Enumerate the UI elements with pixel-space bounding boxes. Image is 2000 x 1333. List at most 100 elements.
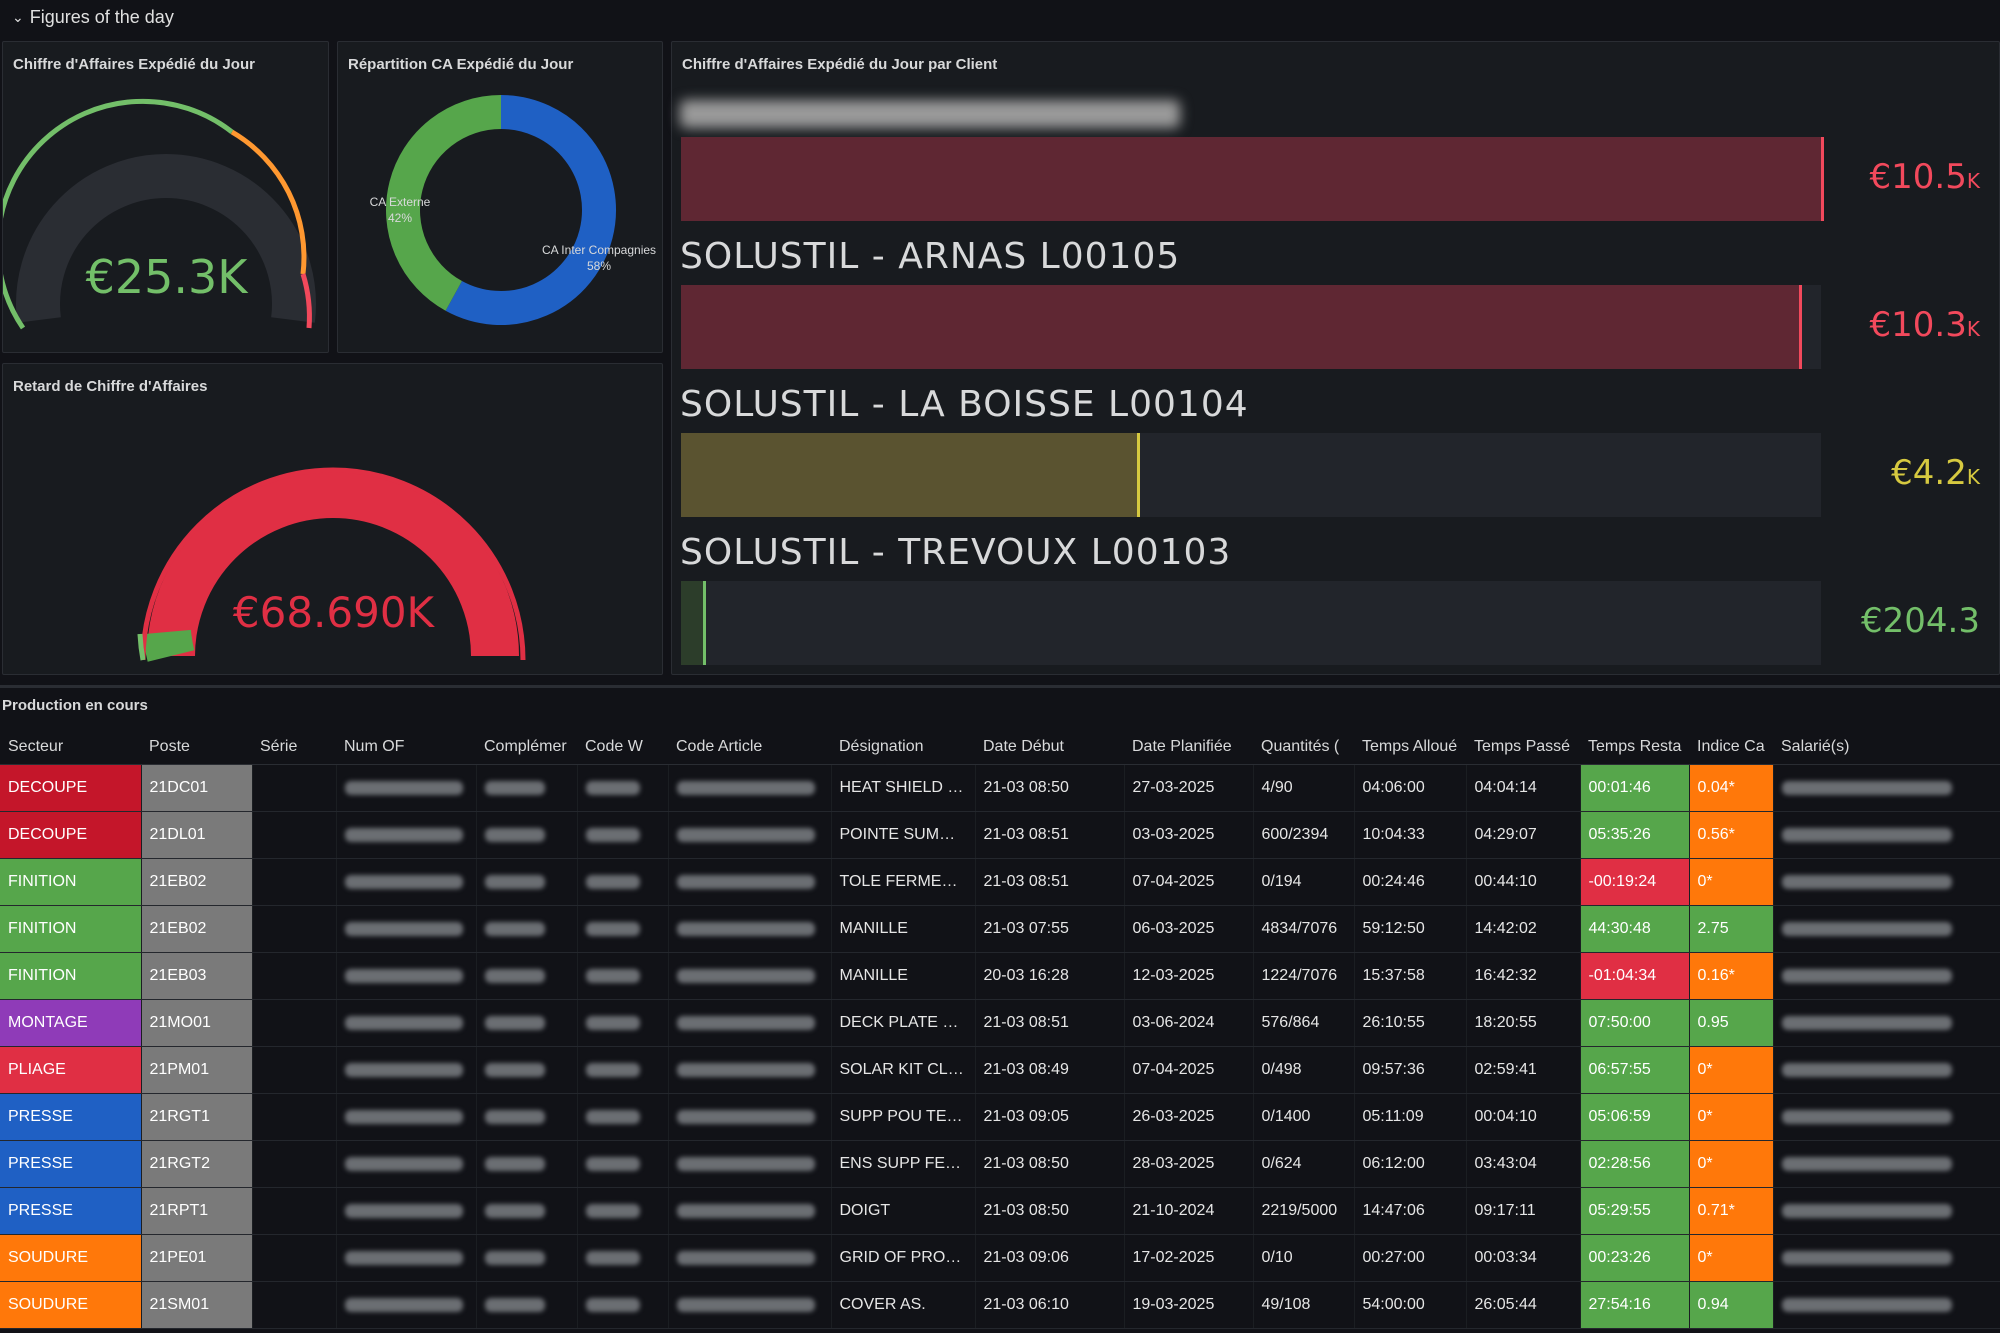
table-row[interactable]: MONTAGE 21MO01 DECK PLATE CE... 21-03 08:51… bbox=[0, 999, 2000, 1047]
table-row[interactable]: PRESSE 21RPT1 DOIGT 21-03 08:50 21-10-2024 22… bbox=[0, 1187, 2000, 1235]
table-row[interactable]: SOUDURE 21PE01 GRID OF PROTE... 21-03 09:06… bbox=[0, 1234, 2000, 1282]
chevron-down-icon[interactable]: ⌄ bbox=[12, 9, 24, 26]
column-header[interactable]: Temps Resta bbox=[1580, 730, 1689, 765]
cell-salaries bbox=[1773, 1140, 2000, 1188]
cell-serie bbox=[252, 1046, 337, 1094]
cell-salaries bbox=[1773, 905, 2000, 953]
row-header-figures[interactable]: ⌄ Figures of the day bbox=[0, 0, 2000, 34]
cell-serie bbox=[252, 858, 337, 906]
table-row[interactable]: DECOUPE 21DL01 POINTE SUMMIT 21-03 08:51 03-… bbox=[0, 811, 2000, 859]
gauge-value: €68.690K bbox=[232, 588, 435, 637]
cell-temps-restant: 00:01:46 bbox=[1580, 764, 1690, 812]
cell-temps-passe: 03:43:04 bbox=[1466, 1140, 1581, 1188]
column-header[interactable]: Temps Passé bbox=[1466, 730, 1580, 765]
table-row[interactable]: FINITION 21EB03 MANILLE 20-03 16:28 12-03-20… bbox=[0, 952, 2000, 1000]
cell-quantites: 0/498 bbox=[1253, 1046, 1355, 1094]
panel-repartition[interactable]: Répartition CA Expédié du Jour CA Extern… bbox=[337, 41, 663, 353]
bar-label-1: SOLUSTIL - ARNAS L00105 bbox=[680, 236, 1181, 277]
cell-designation: ENS SUPP FEU... bbox=[831, 1140, 976, 1188]
column-header[interactable]: Salarié(s) bbox=[1773, 730, 2000, 765]
cell-quantites: 0/10 bbox=[1253, 1234, 1355, 1282]
table-row[interactable]: PLIAGE 21PM01 SOLAR KIT CLA... 21-03 08:49 0… bbox=[0, 1046, 2000, 1094]
gauge-value: €25.3K bbox=[85, 250, 248, 304]
column-header[interactable]: Date Début bbox=[975, 730, 1124, 765]
cell-secteur: FINITION bbox=[0, 905, 142, 953]
cell-secteur: PRESSE bbox=[0, 1187, 142, 1235]
column-header[interactable]: Poste bbox=[141, 730, 252, 765]
cell-designation: DECK PLATE CE... bbox=[831, 999, 976, 1047]
cell-date-planifiee: 07-04-2025 bbox=[1124, 1046, 1254, 1094]
cell-temps-alloue: 00:24:46 bbox=[1354, 858, 1467, 906]
cell-designation: MANILLE bbox=[831, 952, 976, 1000]
cell-date-debut: 21-03 08:51 bbox=[975, 999, 1125, 1047]
column-header[interactable]: Temps Alloué bbox=[1354, 730, 1466, 765]
table-row[interactable]: PRESSE 21RGT1 SUPP POU TEN... 21-03 09:05 26… bbox=[0, 1093, 2000, 1141]
cell-quantites: 0/194 bbox=[1253, 858, 1355, 906]
cell-indice: 0* bbox=[1689, 1093, 1774, 1141]
cell-date-debut: 21-03 09:05 bbox=[975, 1093, 1125, 1141]
cell-num-of bbox=[336, 1281, 477, 1329]
cell-temps-passe: 04:29:07 bbox=[1466, 811, 1581, 859]
table-row[interactable]: SOUDURE 21SM01 COVER AS. 21-03 06:10 19-03-2… bbox=[0, 1281, 2000, 1329]
cell-secteur: DECOUPE bbox=[0, 811, 142, 859]
table-row[interactable]: DECOUPE 21DC01 HEAT SHIELD E... 21-03 08:50… bbox=[0, 764, 2000, 812]
panel-retard-ca[interactable]: Retard de Chiffre d'Affaires €68.690K bbox=[2, 363, 663, 675]
donut-label-inter: CA Inter Compagnies 58% bbox=[524, 242, 674, 274]
bar-fill bbox=[681, 581, 707, 665]
cell-code-w bbox=[577, 999, 669, 1047]
cell-poste: 21EB02 bbox=[141, 858, 253, 906]
panel-ca-expedie[interactable]: Chiffre d'Affaires Expédié du Jour €25.3… bbox=[2, 41, 329, 353]
cell-complement bbox=[476, 999, 578, 1047]
column-header[interactable]: Num OF bbox=[336, 730, 476, 765]
cell-code-article bbox=[668, 999, 832, 1047]
cell-poste: 21EB02 bbox=[141, 905, 253, 953]
cell-num-of bbox=[336, 905, 477, 953]
cell-code-w bbox=[577, 764, 669, 812]
cell-secteur: FINITION bbox=[0, 858, 142, 906]
cell-temps-restant: 05:06:59 bbox=[1580, 1093, 1690, 1141]
bar-label-redacted bbox=[680, 92, 1180, 133]
cell-complement bbox=[476, 1046, 578, 1094]
cell-salaries bbox=[1773, 952, 2000, 1000]
column-header[interactable]: Secteur bbox=[0, 730, 141, 765]
cell-date-debut: 21-03 07:55 bbox=[975, 905, 1125, 953]
bar-label-3: SOLUSTIL - TREVOUX L00103 bbox=[680, 532, 1232, 573]
cell-secteur: FINITION bbox=[0, 952, 142, 1000]
cell-code-w bbox=[577, 1234, 669, 1282]
column-header[interactable]: Indice Ca bbox=[1689, 730, 1773, 765]
cell-temps-alloue: 10:04:33 bbox=[1354, 811, 1467, 859]
cell-date-debut: 21-03 08:50 bbox=[975, 1140, 1125, 1188]
cell-secteur: MONTAGE bbox=[0, 999, 142, 1047]
column-header[interactable]: Complémer bbox=[476, 730, 577, 765]
panel-title: Chiffre d'Affaires Expédié du Jour par C… bbox=[682, 56, 998, 73]
column-header[interactable]: Série bbox=[252, 730, 336, 765]
column-header[interactable]: Date Planifiée bbox=[1124, 730, 1253, 765]
cell-temps-restant: -01:04:34 bbox=[1580, 952, 1690, 1000]
cell-serie bbox=[252, 811, 337, 859]
cell-code-w bbox=[577, 1187, 669, 1235]
cell-complement bbox=[476, 1093, 578, 1141]
cell-serie bbox=[252, 1281, 337, 1329]
table-row[interactable]: PRESSE 21RGT2 ENS SUPP FEU... 21-03 08:50 28… bbox=[0, 1140, 2000, 1188]
cell-code-article bbox=[668, 1093, 832, 1141]
cell-date-planifiee: 12-03-2025 bbox=[1124, 952, 1254, 1000]
cell-indice: 2.75 bbox=[1689, 905, 1774, 953]
column-header[interactable]: Code Article bbox=[668, 730, 831, 765]
bar-client-0 bbox=[681, 137, 1824, 221]
cell-quantites: 0/624 bbox=[1253, 1140, 1355, 1188]
cell-complement bbox=[476, 764, 578, 812]
cell-code-article bbox=[668, 764, 832, 812]
column-header[interactable]: Code W bbox=[577, 730, 668, 765]
column-header[interactable]: Désignation bbox=[831, 730, 975, 765]
cell-date-debut: 21-03 06:10 bbox=[975, 1281, 1125, 1329]
cell-temps-passe: 14:42:02 bbox=[1466, 905, 1581, 953]
slice-pct: 42% bbox=[387, 211, 413, 225]
table-row[interactable]: FINITION 21EB02 TOLE FERMETU... 21-03 08:51… bbox=[0, 858, 2000, 906]
table-row[interactable]: FINITION 21EB02 MANILLE 21-03 07:55 06-03-20… bbox=[0, 905, 2000, 953]
donut-slice[interactable] bbox=[445, 95, 616, 325]
cell-date-planifiee: 17-02-2025 bbox=[1124, 1234, 1254, 1282]
cell-indice: 0.71* bbox=[1689, 1187, 1774, 1235]
column-header[interactable]: Quantités ( bbox=[1253, 730, 1354, 765]
cell-designation: MANILLE bbox=[831, 905, 976, 953]
cell-designation: DOIGT bbox=[831, 1187, 976, 1235]
